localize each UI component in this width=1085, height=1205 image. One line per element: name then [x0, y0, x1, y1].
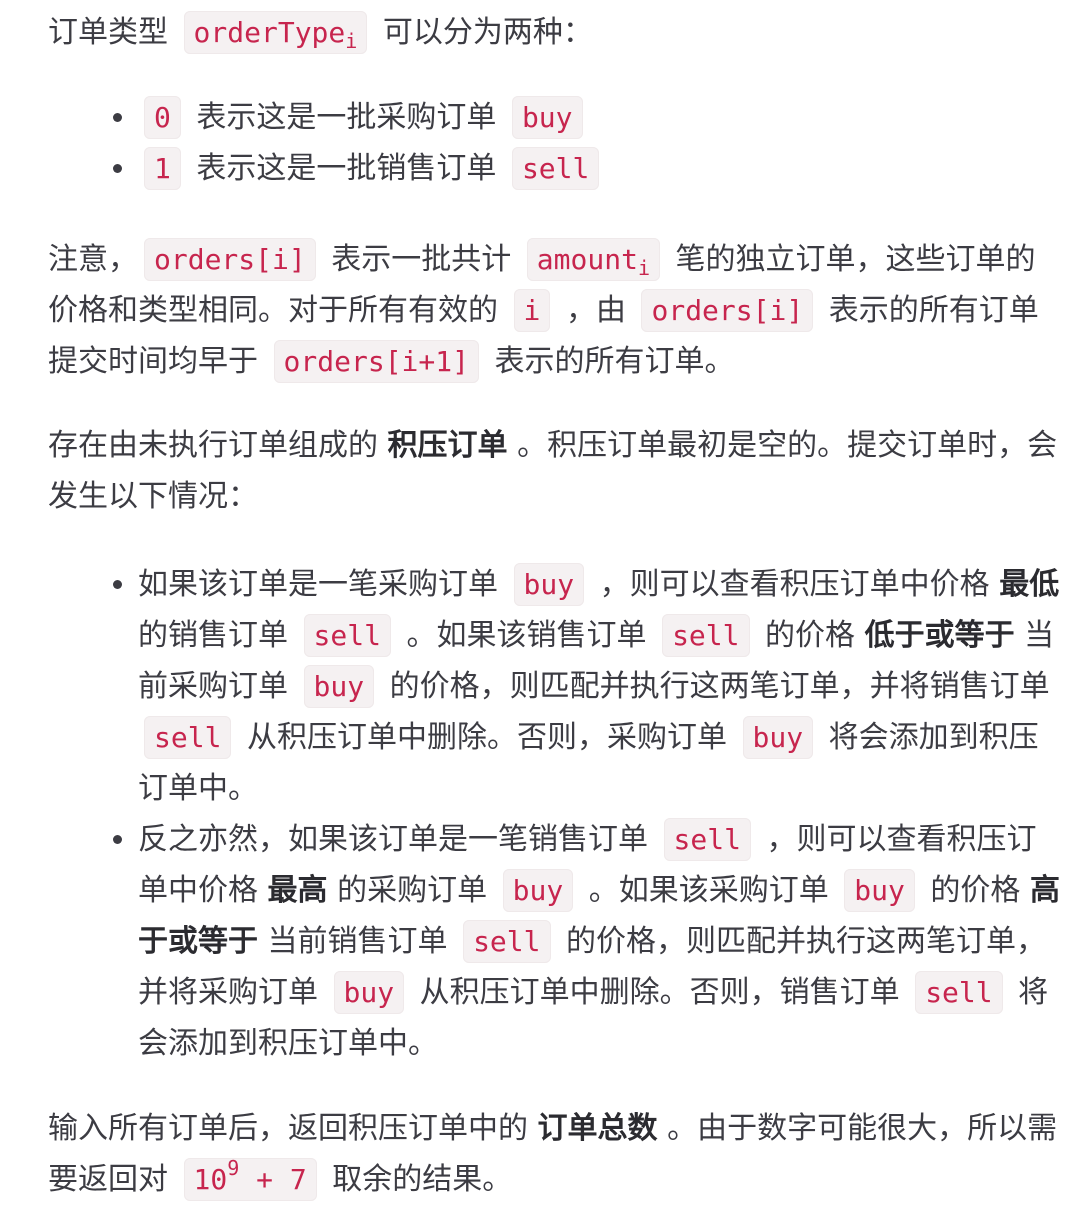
text: 。如果该销售订单: [396, 618, 657, 653]
text: 取余的结果。: [322, 1162, 513, 1197]
text: 的价格: [920, 873, 1030, 908]
inline-code: buy: [333, 971, 405, 1014]
code-text: + 7: [239, 1163, 307, 1196]
inline-code-ordertype: orderTypei: [183, 11, 368, 54]
inline-code: sell: [663, 818, 751, 861]
text: 的采购订单: [327, 873, 497, 908]
inline-code: orders[i]: [641, 289, 814, 332]
result-paragraph: 输入所有订单后，返回积压订单中的 订单总数 。由于数字可能很大，所以需要返回对 …: [48, 1103, 1065, 1205]
list-item: 1 表示这是一批销售订单 sell: [138, 143, 1065, 194]
code-text: orderType: [193, 16, 346, 49]
text: 如果该订单是一笔采购订单: [138, 567, 508, 602]
inline-code: sell: [463, 920, 551, 963]
text: 表示这是一批采购订单: [186, 100, 506, 135]
code-subscript: i: [637, 256, 650, 280]
text: 从积压订单中删除。否则，采购订单: [237, 720, 737, 755]
matching-rules-list: 如果该订单是一笔采购订单 buy ，则可以查看积压订单中价格 最低 的销售订单 …: [48, 559, 1065, 1069]
bold-text: 最高: [267, 873, 328, 908]
code-superscript: 9: [227, 1156, 240, 1180]
inline-code-modulus: 109 + 7: [183, 1156, 317, 1201]
text: 注意，: [48, 242, 138, 277]
inline-code: 0: [144, 96, 181, 139]
text: 的销售订单: [138, 618, 298, 653]
inline-code: sell: [303, 614, 391, 657]
inline-code: buy: [502, 869, 574, 912]
inline-code: sell: [662, 614, 750, 657]
inline-code: orders[i+1]: [273, 340, 479, 383]
inline-code: buy: [303, 665, 375, 708]
inline-code: buy: [511, 96, 583, 139]
inline-code: orders[i]: [144, 238, 316, 281]
text: ，则可以查看积压订单中价格: [590, 567, 1000, 602]
list-item: 如果该订单是一笔采购订单 buy ，则可以查看积压订单中价格 最低 的销售订单 …: [138, 559, 1065, 814]
text: 反之亦然，如果该订单是一笔销售订单: [138, 822, 658, 857]
bold-text: 订单总数: [537, 1111, 658, 1146]
code-text: 10: [193, 1163, 228, 1196]
inline-code-amount: amounti: [526, 238, 660, 281]
text: 的价格: [755, 618, 865, 653]
list-item: 反之亦然，如果该订单是一笔销售订单 sell ，则可以查看积压订单中价格 最高 …: [138, 814, 1065, 1069]
code-text: amount: [536, 243, 638, 276]
text: ，由: [556, 293, 636, 328]
bold-text: 最低: [999, 567, 1060, 602]
order-type-paragraph: 订单类型 orderTypei 可以分为两种：: [48, 7, 1065, 58]
inline-code: buy: [844, 869, 915, 912]
code-subscript: i: [345, 29, 358, 53]
inline-code: 1: [144, 147, 181, 190]
text: 可以分为两种：: [373, 15, 593, 50]
text: 订单类型: [48, 15, 178, 50]
bold-text: 低于或等于: [864, 618, 1015, 653]
note-paragraph: 注意， orders[i] 表示一批共计 amounti 笔的独立订单，这些订单的…: [48, 234, 1065, 387]
inline-code: sell: [915, 971, 1003, 1014]
text: 从积压订单中删除。否则，销售订单: [410, 975, 910, 1010]
text: 表示的所有订单。: [484, 344, 735, 379]
list-item: 0 表示这是一批采购订单 buy: [138, 92, 1065, 143]
text: 的价格，则匹配并执行这两笔订单，并将销售订单: [380, 669, 1050, 704]
bold-text: 积压订单: [387, 428, 508, 463]
text: 当前销售订单: [258, 924, 458, 959]
text: 。如果该采购订单: [579, 873, 839, 908]
inline-code: buy: [742, 716, 814, 759]
text: 输入所有订单后，返回积压订单中的: [48, 1111, 538, 1146]
inline-code: sell: [144, 716, 232, 759]
text: 表示这是一批销售订单: [186, 151, 506, 186]
text: 存在由未执行订单组成的: [48, 428, 388, 463]
inline-code: buy: [513, 563, 585, 606]
backlog-paragraph: 存在由未执行订单组成的 积压订单 。积压订单最初是空的。提交订单时，会发生以下情…: [48, 420, 1065, 522]
inline-code: i: [513, 289, 551, 332]
text: 表示一批共计: [321, 242, 521, 277]
order-type-list: 0 表示这是一批采购订单 buy 1 表示这是一批销售订单 sell: [48, 92, 1065, 194]
inline-code: sell: [511, 147, 600, 190]
problem-description: 订单类型 orderTypei 可以分为两种： 0 表示这是一批采购订单 buy…: [0, 7, 1085, 1205]
